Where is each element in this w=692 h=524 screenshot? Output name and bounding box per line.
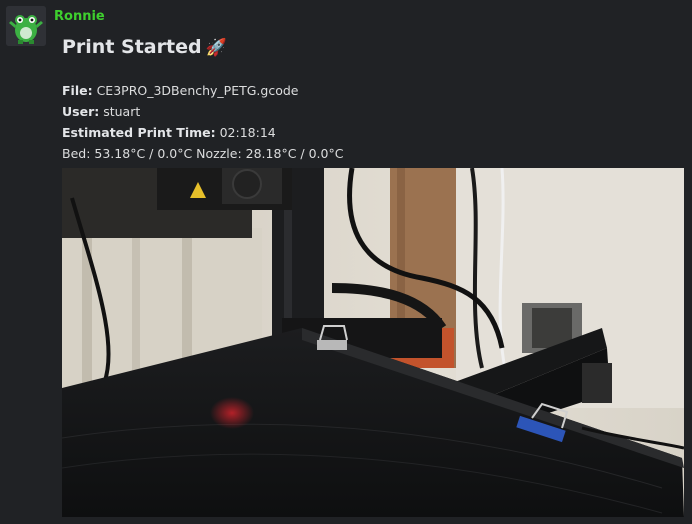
green-robot-avatar-icon [6, 6, 46, 46]
author-name[interactable]: Ronnie [54, 9, 105, 24]
bed-temp-label: Bed: [62, 146, 91, 161]
field-temperatures: Bed: 53.18°C / 0.0°C Nozzle: 28.18°C / 0… [62, 143, 343, 164]
field-value: stuart [103, 104, 141, 119]
field-value: CE3PRO_3DBenchy_PETG.gcode [96, 83, 299, 98]
field-print-time: Estimated Print Time: 02:18:14 [62, 122, 343, 143]
field-label: File: [62, 83, 93, 98]
embed-title: Print Started 🚀 [62, 36, 227, 58]
printer-webcam-photo [62, 168, 684, 517]
field-user: User: stuart [62, 101, 343, 122]
embed-image[interactable] [62, 168, 684, 517]
rocket-icon: 🚀 [205, 38, 227, 58]
embed-fields: File: CE3PRO_3DBenchy_PETG.gcode User: s… [62, 80, 343, 164]
nozzle-temp-value: 28.18°C / 0.0°C [245, 146, 344, 161]
nozzle-temp-label: Nozzle: [196, 146, 242, 161]
embed-title-text: Print Started [62, 36, 202, 58]
field-file: File: CE3PRO_3DBenchy_PETG.gcode [62, 80, 343, 101]
chat-message: Ronnie Print Started 🚀 File: CE3PRO_3DBen… [0, 0, 692, 524]
field-value: 02:18:14 [219, 125, 276, 140]
field-label: User: [62, 104, 100, 119]
author-avatar[interactable] [6, 6, 46, 46]
bed-temp-value: 53.18°C / 0.0°C [94, 146, 193, 161]
field-label: Estimated Print Time: [62, 125, 216, 140]
